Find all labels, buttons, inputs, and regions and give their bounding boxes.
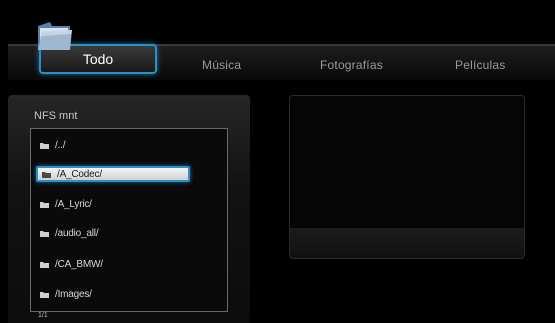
tab-peliculas[interactable]: Películas bbox=[455, 58, 506, 72]
list-item[interactable]: /audio_all/ bbox=[40, 225, 99, 241]
folder-icon bbox=[40, 261, 49, 268]
folder-icon bbox=[40, 291, 49, 298]
file-list bbox=[30, 128, 228, 312]
tab-musica[interactable]: Música bbox=[202, 58, 241, 72]
source-title: NFS mnt bbox=[34, 110, 78, 122]
folder-icon bbox=[42, 171, 51, 178]
list-item-label: /A_Lyric/ bbox=[55, 198, 92, 210]
list-item-label: /CA_BMW/ bbox=[55, 258, 103, 270]
list-item-label: /Images/ bbox=[55, 288, 92, 300]
list-item[interactable]: /CA_BMW/ bbox=[40, 256, 103, 272]
list-item-label: /audio_all/ bbox=[55, 227, 99, 239]
preview-footer bbox=[290, 228, 524, 258]
tab-fotografias[interactable]: Fotografías bbox=[320, 58, 383, 72]
list-item[interactable]: /Images/ bbox=[40, 286, 92, 302]
folder-icon bbox=[40, 201, 49, 208]
folder-logo-icon bbox=[38, 22, 72, 50]
folder-icon bbox=[40, 142, 49, 149]
preview-panel bbox=[289, 95, 525, 259]
page-indicator: 1/1 bbox=[38, 312, 48, 319]
list-item-label: /A_Codec/ bbox=[57, 168, 102, 180]
list-item-parent[interactable]: /../ bbox=[40, 137, 66, 153]
list-item[interactable]: /A_Lyric/ bbox=[40, 196, 92, 212]
folder-icon bbox=[40, 230, 49, 237]
list-item-selected[interactable]: /A_Codec/ bbox=[36, 166, 190, 182]
media-browser-screen: Todo Música Fotografías Películas NFS mn… bbox=[0, 0, 555, 323]
list-item-label: /../ bbox=[55, 139, 66, 151]
